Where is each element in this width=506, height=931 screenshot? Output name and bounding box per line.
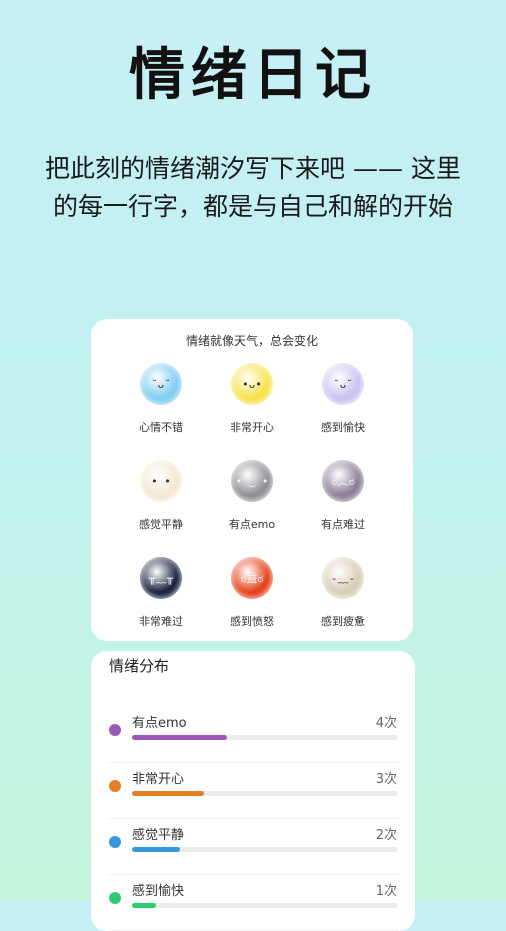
distribution-row[interactable]: 非常开心 3次	[109, 762, 399, 819]
progress-fill	[132, 847, 180, 852]
mood-face-icon: ˘ᴗ˘	[322, 363, 364, 405]
mood-option[interactable]: ಠ益ಠ 感到愤怒	[202, 557, 302, 647]
distribution-title: 情绪分布	[109, 657, 170, 675]
distribution-label: 非常开心	[132, 772, 185, 787]
subtitle-line-2: 的每一行字，都是与自己和解的开始	[52, 192, 453, 221]
progress-fill	[132, 791, 204, 796]
subtitle-line-1: 把此刻的情绪潮汐写下来吧 —— 这里	[45, 154, 461, 183]
distribution-count: 3次	[375, 772, 397, 787]
distribution-row[interactable]: 感觉平静 2次	[109, 818, 399, 875]
mood-option[interactable]: • • 感觉平静	[111, 460, 211, 550]
mood-option[interactable]: ╥﹏╥ 非常难过	[111, 557, 211, 647]
mood-label: 感到疲惫	[321, 615, 365, 628]
distribution-row[interactable]: 感到愉快 1次	[109, 874, 399, 931]
mood-label: 心情不错	[139, 421, 183, 434]
progress-track	[132, 735, 397, 740]
mood-face-icon: ˘ᴗ˘	[140, 363, 182, 405]
mood-label: 非常开心	[230, 421, 274, 434]
mood-option[interactable]: ˘ᴗ˘ 感到愉快	[293, 363, 393, 453]
mood-face-icon: ಠ︵ಠ	[322, 460, 364, 502]
legend-dot	[109, 724, 121, 736]
progress-track	[132, 903, 397, 908]
progress-track	[132, 791, 397, 796]
distribution-label: 有点emo	[132, 716, 187, 731]
progress-fill	[132, 903, 156, 908]
legend-dot	[109, 836, 121, 848]
distribution-label: 感觉平静	[132, 828, 185, 843]
distribution-row[interactable]: 有点emo 4次	[109, 706, 399, 763]
mood-option[interactable]: ˘ᴗ˘ 心情不错	[111, 363, 211, 453]
mood-label: 有点emo	[228, 518, 276, 531]
app-title: 情绪日记	[129, 43, 377, 108]
mood-face-icon: • •	[140, 460, 182, 502]
progress-track	[132, 847, 397, 852]
mood-option[interactable]: -﹏- 感到疲惫	[293, 557, 393, 647]
distribution-count: 2次	[375, 828, 397, 843]
mood-label: 感觉平静	[139, 518, 183, 531]
mood-face-icon: •ᴗ•	[231, 363, 273, 405]
distribution-label: 感到愉快	[132, 884, 185, 899]
mood-label: 非常难过	[139, 615, 183, 628]
mood-option[interactable]: •ᴗ• 非常开心	[202, 363, 302, 453]
legend-dot	[109, 780, 121, 792]
mood-face-icon: • ‿ •	[231, 460, 273, 502]
mood-option[interactable]: ಠ︵ಠ 有点难过	[293, 460, 393, 550]
mood-face-icon: ಠ益ಠ	[231, 557, 273, 599]
distribution-count: 1次	[375, 884, 397, 899]
mood-label: 有点难过	[321, 518, 365, 531]
mood-card-title: 情绪就像天气，总会变化	[185, 334, 318, 348]
mood-label: 感到愤怒	[230, 615, 274, 628]
app-subtitle: 把此刻的情绪潮汐写下来吧 —— 这里 的每一行字，都是与自己和解的开始	[30, 150, 476, 226]
mood-face-icon: -﹏-	[322, 557, 364, 599]
mood-label: 感到愉快	[321, 421, 365, 434]
progress-fill	[132, 735, 228, 740]
mood-distribution-card: 情绪分布 有点emo 4次 非常开心 3次 感觉平静 2次 感到愉快 1次	[91, 651, 415, 931]
distribution-count: 4次	[375, 716, 397, 731]
mood-face-icon: ╥﹏╥	[140, 557, 182, 599]
mood-option[interactable]: • ‿ • 有点emo	[202, 460, 302, 550]
legend-dot	[109, 892, 121, 904]
mood-picker-card: 情绪就像天气，总会变化 ˘ᴗ˘ 心情不错 •ᴗ• 非常开心 ˘ᴗ˘ 感到愉快 •…	[91, 319, 413, 641]
